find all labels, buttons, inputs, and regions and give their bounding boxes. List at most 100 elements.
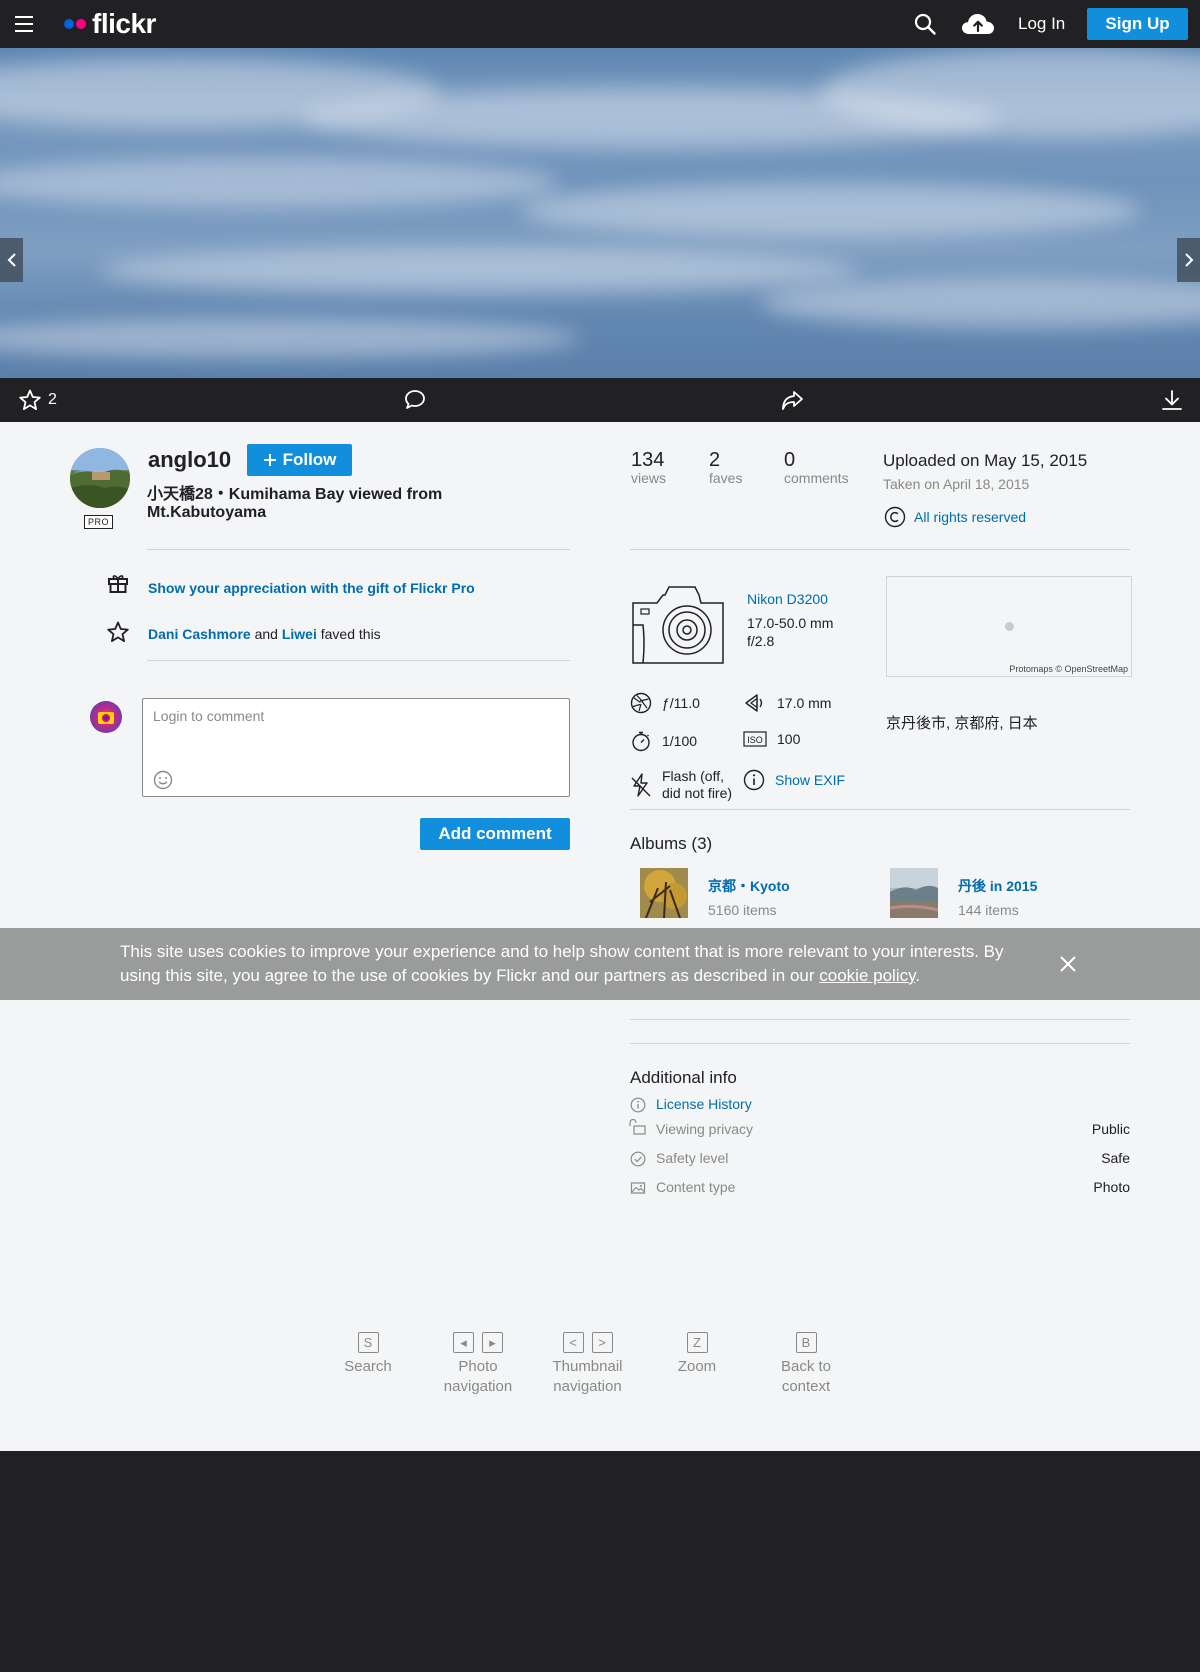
info-icon [743, 769, 765, 791]
key-b: B [795, 1332, 817, 1353]
album-thumbnail [640, 868, 688, 918]
iso-icon: ISO [743, 731, 767, 747]
shortcut-thumbnail-navigation: < > Thumbnail navigation [540, 1332, 635, 1397]
download-button[interactable] [1160, 388, 1184, 412]
location-map[interactable]: Protomaps © OpenStreetMap [886, 576, 1132, 677]
key-greater-than: > [591, 1332, 613, 1353]
current-user-avatar [90, 701, 122, 733]
cookie-policy-link[interactable]: cookie policy [819, 966, 915, 985]
flickr-logo[interactable]: flickr [64, 8, 156, 39]
key-left: ◂ [453, 1332, 474, 1353]
star-icon [19, 389, 41, 410]
gift-icon [108, 575, 128, 593]
license-history-link: License History [656, 1096, 752, 1112]
close-icon[interactable] [1059, 955, 1077, 973]
previous-photo-button[interactable] [0, 238, 23, 282]
safety-level-row: Safety level Safe [630, 1149, 1130, 1169]
exif-aperture: ƒ/11.0 [630, 692, 700, 714]
emoji-icon[interactable] [153, 770, 173, 790]
comment-input[interactable]: Login to comment [142, 698, 570, 797]
show-exif-link[interactable]: Show EXIF [743, 769, 845, 791]
star-icon [107, 621, 129, 642]
fave-count: 2 [48, 391, 57, 408]
main-photo[interactable] [0, 48, 1200, 378]
photo-title: 小天橋28・Kumihama Bay viewed from Mt.Kabuto… [147, 486, 443, 521]
license-history-row[interactable]: License History [630, 1095, 1130, 1115]
faver-link[interactable]: Liwei [282, 626, 317, 642]
copyright-icon [884, 506, 906, 528]
views-stat: 134 views [631, 449, 667, 486]
unlock-icon [629, 1118, 646, 1135]
search-icon[interactable] [914, 13, 936, 35]
page-footer [0, 1451, 1200, 1672]
shortcut-photo-navigation: ◂ ▸ Photo navigation [432, 1332, 524, 1397]
key-less-than: < [562, 1332, 584, 1353]
exif-iso: ISO 100 [743, 730, 800, 748]
lens-info: 17.0-50.0 mm f/2.8 [747, 615, 834, 649]
logo-text: flickr [92, 8, 156, 39]
key-z: Z [686, 1332, 708, 1353]
divider [630, 809, 1130, 810]
camera-icon [632, 586, 724, 664]
album-thumbnail [890, 868, 938, 918]
comments-stat: 0 comments [784, 449, 849, 486]
additional-info-heading: Additional info [630, 1068, 737, 1087]
viewing-privacy-row: Viewing privacy Public [629, 1118, 1130, 1140]
gift-pro-link[interactable]: Show your appreciation with the gift of … [148, 580, 475, 596]
faves-stat[interactable]: 2 faves [709, 450, 742, 486]
divider [147, 660, 570, 661]
comment-button[interactable] [404, 388, 426, 412]
follow-button[interactable]: Follow [247, 444, 352, 476]
top-navigation: flickr Log In Sign Up [0, 0, 1200, 48]
menu-icon[interactable] [15, 16, 33, 32]
exif-focal-length: 17.0 mm [743, 692, 831, 714]
flash-icon [631, 773, 651, 797]
image-icon [630, 1182, 646, 1194]
divider [630, 549, 1130, 550]
album-item[interactable]: 京都・Kyoto 5160 items [640, 868, 790, 918]
camera-model-link[interactable]: Nikon D3200 [747, 591, 828, 607]
aperture-icon [630, 692, 652, 714]
chevron-left-icon [7, 253, 16, 267]
next-photo-button[interactable] [1177, 238, 1200, 282]
follow-label: Follow [282, 450, 337, 469]
taken-date: Taken on April 18, 2015 [883, 476, 1030, 492]
license-link[interactable]: All rights reserved [884, 506, 1026, 528]
comment-bubble-icon [405, 390, 425, 409]
owner-username[interactable]: anglo10 [148, 447, 231, 473]
divider [630, 1019, 1130, 1020]
divider [147, 549, 570, 550]
key-s: S [357, 1332, 379, 1353]
check-circle-icon [630, 1151, 646, 1167]
exif-shutter: 1/100 [630, 730, 697, 752]
chevron-right-icon [1184, 253, 1193, 267]
key-right: ▸ [482, 1332, 503, 1353]
content-type-row: Content type Photo [630, 1178, 1130, 1198]
faver-link[interactable]: Dani Cashmore [148, 626, 251, 642]
albums-heading: Albums (3) [630, 834, 713, 853]
share-button[interactable] [780, 388, 804, 412]
shortcut-zoom: Z Zoom [660, 1332, 734, 1377]
signup-button[interactable]: Sign Up [1087, 8, 1188, 40]
share-arrow-icon [782, 391, 803, 410]
cookie-banner: This site uses cookies to improve your e… [0, 928, 1200, 1000]
focal-length-icon [745, 694, 763, 712]
add-comment-button[interactable]: Add comment [420, 818, 570, 850]
owner-avatar[interactable] [70, 448, 130, 508]
stopwatch-icon [632, 731, 650, 752]
map-pin-icon [1005, 622, 1014, 631]
fave-button[interactable]: 2 [18, 388, 57, 412]
shortcut-back-to-context: B Back to context [766, 1332, 846, 1397]
info-icon [630, 1097, 646, 1113]
download-icon [1162, 390, 1182, 410]
uploaded-date: Uploaded on May 15, 2015 [883, 451, 1088, 470]
divider [630, 1043, 1130, 1044]
photo-action-bar: 2 [0, 378, 1200, 422]
login-link[interactable]: Log In [1018, 14, 1065, 34]
plus-icon [263, 454, 276, 466]
album-item[interactable]: 丹後 in 2015 144 items [890, 868, 1037, 918]
pro-badge: PRO [84, 515, 113, 529]
faved-by-text: Dani Cashmore and Liwei faved this [148, 626, 381, 642]
map-attribution: Protomaps © OpenStreetMap [1009, 664, 1128, 674]
upload-cloud-icon[interactable] [961, 12, 995, 36]
